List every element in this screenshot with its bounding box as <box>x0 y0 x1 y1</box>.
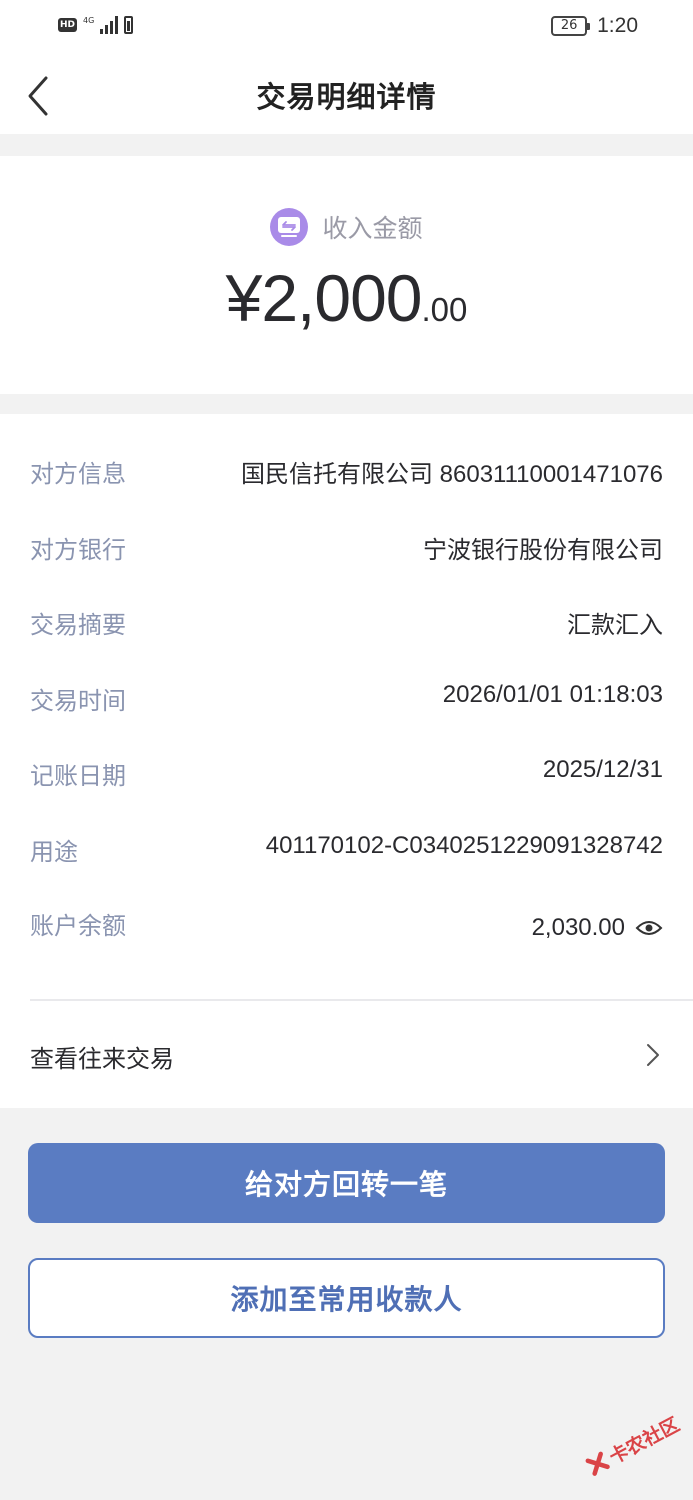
divider <box>30 999 693 1001</box>
detail-label: 交易摘要 <box>30 611 126 639</box>
detail-value: 401170102-C034025122909132874​2 <box>266 832 663 860</box>
status-right: 26 1:20 <box>551 14 638 38</box>
status-bar: HD 4G 26 1:20 <box>0 0 693 56</box>
chevron-left-icon <box>28 76 48 116</box>
clock: 1:20 <box>597 14 638 37</box>
amount-main: ¥2,000 <box>225 261 423 335</box>
detail-row-bank: 对方银行 宁波银行股份有限公司 <box>30 530 663 570</box>
amount-card: 收入金额 ¥2,000.00 <box>0 156 693 394</box>
chevron-right-icon <box>647 1044 659 1066</box>
detail-row-time: 交易时间 2026/01/01 01:18:03 <box>30 681 663 721</box>
amount-label: 收入金额 <box>322 214 423 243</box>
balance-value: 2,030.00 <box>531 914 625 941</box>
counterparty-value: 国民信托有限公司 86031110001471076 <box>240 461 663 488</box>
bank-value: 宁波银行股份有限公司 <box>423 537 663 564</box>
page: HD 4G 26 1:20 交易明细详情 收入金额 ¥2,000.00 对方信息… <box>0 0 693 1500</box>
eye-icon[interactable] <box>635 918 663 938</box>
view-history-label: 查看往来交易 <box>30 1045 174 1073</box>
watermark-text: 卡农社区 <box>605 1413 684 1469</box>
amount-label-row: 收入金额 <box>0 208 693 246</box>
detail-row-booking-date: 记账日期 2025/12/31 <box>30 756 663 796</box>
detail-row-counterparty: 对方信息 国民信托有限公司 86031110001471076 <box>30 454 663 494</box>
detail-value: 宁波银行股份有限公司 <box>423 530 663 565</box>
view-history-row[interactable]: 查看往来交易 <box>0 1004 693 1108</box>
transfer-back-button[interactable]: 给对方回转一笔 <box>28 1143 665 1223</box>
add-payee-button[interactable]: 添加至常用收款人 <box>28 1258 665 1338</box>
detail-label: 对方信息 <box>30 460 126 488</box>
summary-value: 汇款汇入 <box>567 612 663 639</box>
detail-value: 2,030.00 <box>532 914 663 942</box>
time-value: 2026/01/01 01:18:03 <box>442 681 663 708</box>
detail-label: 用途 <box>30 838 78 866</box>
detail-value: 2025/12/31 <box>543 756 663 784</box>
detail-label: 账户余额 <box>30 912 126 940</box>
amount-value: ¥2,000.00 <box>0 260 693 336</box>
battery-icon: 26 <box>551 16 591 36</box>
back-button[interactable] <box>22 74 62 118</box>
network-label: 4G <box>83 16 95 25</box>
purpose-value: 401170102-C034025122909132874​2 <box>265 832 663 859</box>
detail-label: 交易时间 <box>30 687 126 715</box>
hd-badge: HD <box>58 18 78 32</box>
watermark: 卡农社区 <box>577 1399 689 1490</box>
detail-value: 2026/01/01 01:18:03 <box>443 681 663 709</box>
status-left: HD 4G <box>58 16 134 34</box>
details-card: 对方信息 国民信托有限公司 86031110001471076 对方银行 宁波银… <box>0 414 693 1108</box>
detail-value: 国民信托有限公司 86031110001471076 <box>241 454 663 489</box>
detail-label: 对方银行 <box>30 536 126 564</box>
detail-row-purpose: 用途 401170102-C034025122909132874​2 <box>30 832 663 872</box>
battery-saver-icon <box>124 16 134 34</box>
nav-bar: 交易明细详情 <box>0 56 693 134</box>
income-icon <box>270 208 309 246</box>
detail-row-summary: 交易摘要 汇款汇入 <box>30 605 663 645</box>
page-title: 交易明细详情 <box>256 80 437 114</box>
detail-value: 汇款汇入 <box>567 605 663 640</box>
battery-level: 26 <box>560 18 578 33</box>
booking-date-value: 2025/12/31 <box>542 756 663 783</box>
signal-icon <box>100 16 119 34</box>
detail-label: 记账日期 <box>30 762 126 790</box>
detail-row-balance: 账户余额 2,030.00 <box>30 906 663 946</box>
amount-decimal: .00 <box>421 291 468 328</box>
